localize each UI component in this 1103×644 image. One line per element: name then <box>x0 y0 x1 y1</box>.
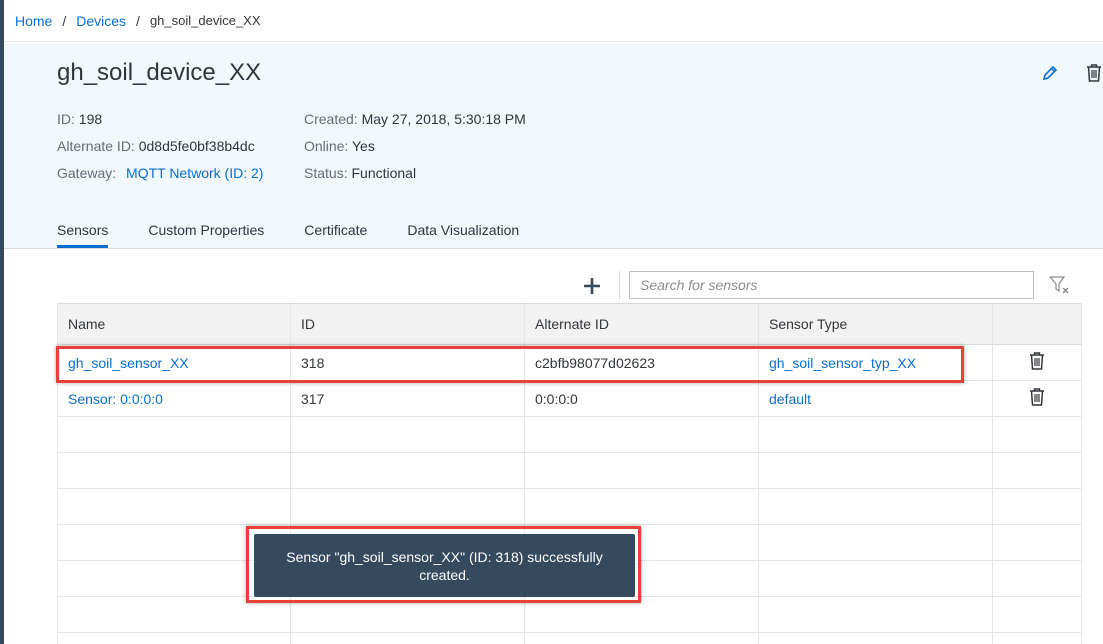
created-row: Created: May 27, 2018, 5:30:18 PM <box>304 106 526 133</box>
meta-label: ID: <box>57 111 75 127</box>
created-value: May 27, 2018, 5:30:18 PM <box>361 111 526 127</box>
tab-sensors[interactable]: Sensors <box>57 222 109 248</box>
empty-table-row <box>57 452 1082 489</box>
trash-icon <box>1030 352 1044 370</box>
meta-label: Created: <box>304 111 358 127</box>
page-title: gh_soil_device_XX <box>57 59 262 86</box>
meta-label: Gateway: <box>57 165 117 181</box>
sensor-name-link[interactable]: gh_soil_sensor_XX <box>57 344 291 381</box>
alternate-id-value: 0d8d5fe0bf38b4dc <box>138 138 255 154</box>
success-toast: Sensor "gh_soil_sensor_XX" (ID: 318) suc… <box>254 534 635 597</box>
breadcrumb-home-link[interactable]: Home <box>15 13 52 29</box>
tab-certificate[interactable]: Certificate <box>304 222 367 248</box>
breadcrumb-devices-link[interactable]: Devices <box>76 13 126 29</box>
tab-bar: Sensors Custom Properties Certificate Da… <box>57 222 559 248</box>
gateway-row: Gateway: MQTT Network (ID: 2) <box>57 160 263 187</box>
clear-filter-icon <box>1049 276 1069 294</box>
delete-sensor-button[interactable] <box>992 344 1082 381</box>
empty-table-row <box>57 416 1082 453</box>
edit-button[interactable] <box>1040 62 1060 84</box>
device-meta-right: Created: May 27, 2018, 5:30:18 PM Online… <box>304 106 526 187</box>
alternate-id-row: Alternate ID: 0d8d5fe0bf38b4dc <box>57 133 263 160</box>
gateway-link[interactable]: MQTT Network (ID: 2) <box>126 165 263 181</box>
meta-label: Alternate ID: <box>57 138 135 154</box>
sensor-type-link[interactable]: gh_soil_sensor_typ_XX <box>758 344 993 381</box>
tab-data-visualization[interactable]: Data Visualization <box>407 222 519 248</box>
sensor-type-link[interactable]: default <box>758 380 993 417</box>
table-header-row: Name ID Alternate ID Sensor Type <box>57 303 1082 345</box>
device-meta-left: ID: 198 Alternate ID: 0d8d5fe0bf38b4dc G… <box>57 106 263 187</box>
meta-label: Online: <box>304 138 349 154</box>
online-row: Online: Yes <box>304 133 526 160</box>
empty-table-row <box>57 488 1082 525</box>
table-row: gh_soil_sensor_XX 318 c2bfb98077d02623 g… <box>57 344 1082 381</box>
column-header-alternate-id[interactable]: Alternate ID <box>524 303 759 345</box>
status-row: Status: Functional <box>304 160 526 187</box>
device-id-value: 198 <box>78 111 103 127</box>
sensor-name-link[interactable]: Sensor: 0:0:0:0 <box>57 380 291 417</box>
plus-icon <box>584 278 600 294</box>
trash-icon <box>1030 388 1044 406</box>
add-sensor-button[interactable] <box>580 274 604 298</box>
device-id-row: ID: 198 <box>57 106 263 133</box>
pencil-icon <box>1042 65 1058 81</box>
clear-filter-button[interactable] <box>1048 274 1072 296</box>
column-header-name[interactable]: Name <box>57 303 291 345</box>
delete-sensor-button[interactable] <box>992 380 1082 417</box>
breadcrumb-separator: / <box>62 12 67 29</box>
sensor-id-cell: 318 <box>290 344 525 381</box>
sensor-alternate-id-cell: 0:0:0:0 <box>524 380 759 417</box>
online-value: Yes <box>352 138 375 154</box>
toolbar-divider <box>619 271 620 299</box>
breadcrumb-separator: / <box>136 12 140 29</box>
table-row: Sensor: 0:0:0:0 317 0:0:0:0 default <box>57 380 1082 417</box>
toast-highlight-annotation: Sensor "gh_soil_sensor_XX" (ID: 318) suc… <box>246 526 641 603</box>
column-header-sensor-type[interactable]: Sensor Type <box>758 303 993 345</box>
search-input[interactable] <box>629 271 1034 299</box>
delete-device-button[interactable] <box>1084 61 1103 85</box>
column-header-id[interactable]: ID <box>290 303 525 345</box>
sensor-id-cell: 317 <box>290 380 525 417</box>
breadcrumb-current: gh_soil_device_XX <box>149 13 261 28</box>
device-header: gh_soil_device_XX ID: 198 Alternate ID: … <box>4 43 1103 249</box>
meta-label: Status: <box>304 165 348 181</box>
status-value: Functional <box>351 165 417 181</box>
tab-custom-properties[interactable]: Custom Properties <box>148 222 264 248</box>
breadcrumb: Home / Devices / gh_soil_device_XX <box>4 0 1103 42</box>
sensor-alternate-id-cell: c2bfb98077d02623 <box>524 344 759 381</box>
empty-table-row <box>57 632 1082 644</box>
trash-icon <box>1087 64 1101 82</box>
toast-message: Sensor "gh_soil_sensor_XX" (ID: 318) suc… <box>286 548 603 583</box>
column-header-actions <box>992 303 1082 345</box>
